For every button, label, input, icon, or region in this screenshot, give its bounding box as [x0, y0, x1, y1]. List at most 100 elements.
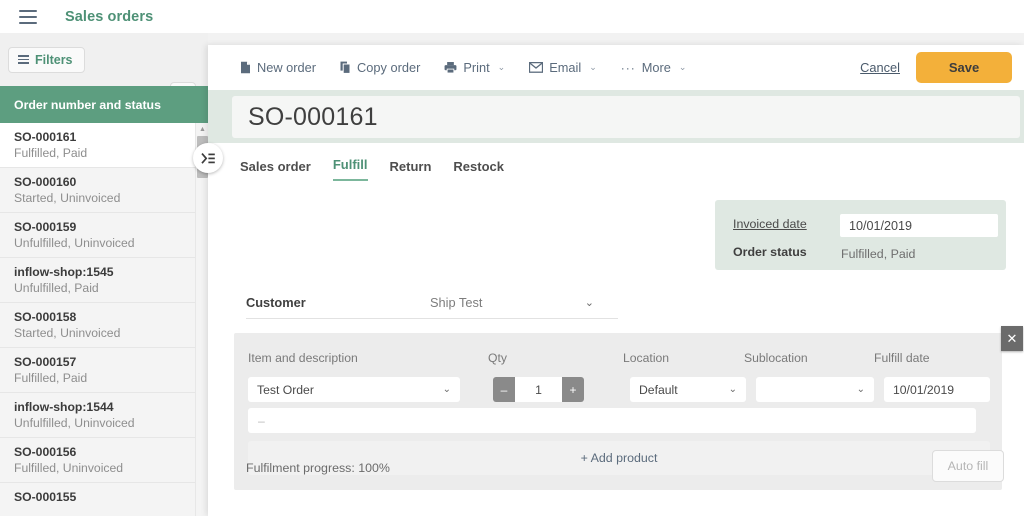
sidebar: Filters Order number and status SO-00016… [0, 33, 208, 516]
new-order-button[interactable]: New order [240, 60, 316, 75]
list-item[interactable]: SO-000161 Fulfilled, Paid [0, 123, 208, 168]
more-label: More [641, 60, 671, 75]
email-button[interactable]: Email ⌄ [529, 60, 597, 75]
filters-button-label: Filters [35, 52, 73, 67]
document-icon [241, 61, 250, 74]
order-list[interactable]: SO-000161 Fulfilled, Paid SO-000160 Star… [0, 123, 208, 516]
collapse-arrow-icon [200, 152, 215, 164]
location-dropdown[interactable]: Default ⌄ [630, 377, 746, 402]
copy-icon [340, 61, 351, 74]
column-header-item: Item and description [248, 351, 358, 365]
customer-label: Customer [246, 294, 306, 310]
filter-bar: Filters [0, 33, 208, 86]
toolbar-actions: Cancel Save [860, 45, 1012, 90]
scroll-up-icon[interactable]: ▲ [198, 125, 207, 134]
collapse-panel-icon[interactable] [193, 143, 223, 173]
hamburger-menu-icon[interactable] [19, 9, 37, 24]
print-button[interactable]: Print ⌄ [444, 60, 505, 75]
item-description-input[interactable]: – [248, 408, 976, 433]
copy-order-button[interactable]: Copy order [340, 60, 420, 75]
order-status: Started, Uninvoiced [14, 326, 121, 340]
order-number: SO-000159 [14, 220, 77, 234]
new-order-label: New order [257, 60, 317, 75]
filters-button[interactable]: Filters [8, 46, 85, 73]
qty-decrement-button[interactable]: – [493, 377, 515, 402]
item-dropdown[interactable]: Test Order ⌄ [248, 377, 460, 402]
auto-fill-button[interactable]: Auto fill [932, 450, 1004, 482]
envelope-icon [529, 62, 544, 73]
order-number: inflow-shop:1544 [14, 400, 114, 414]
invoiced-date-input[interactable] [840, 214, 998, 237]
order-number: inflow-shop:1545 [14, 265, 114, 279]
chevron-down-icon: ⌄ [584, 296, 594, 309]
order-title-band: SO-000161 [193, 90, 1024, 173]
printer-icon [444, 62, 457, 74]
print-label: Print [463, 60, 490, 75]
order-number: SO-000156 [14, 445, 77, 459]
order-status: Fulfilled, Paid [14, 371, 88, 385]
order-list-scrollbar[interactable]: ▲ [195, 123, 208, 516]
order-number: SO-000157 [14, 355, 77, 369]
order-status: Started, Uninvoiced [14, 191, 121, 205]
tab-restock[interactable]: Restock [453, 159, 504, 181]
chevron-down-icon: ⌄ [728, 384, 737, 395]
app-bar: Sales orders [0, 0, 1024, 33]
status-card: Invoiced date Order status Fulfilled, Pa… [715, 200, 1006, 270]
save-button[interactable]: Save [916, 52, 1012, 83]
chevron-down-icon: ⌄ [856, 384, 865, 395]
sublocation-dropdown[interactable]: ⌄ [756, 377, 874, 402]
list-item[interactable]: SO-000156 Fulfilled, Uninvoiced [0, 438, 208, 483]
more-button[interactable]: ··· More ⌄ [621, 60, 687, 75]
chevron-down-icon: ⌄ [589, 62, 597, 72]
list-item[interactable]: SO-000155 [0, 483, 208, 516]
table-row: Test Order ⌄ – 1 + Default ⌄ ⌄ 10/01/201… [248, 377, 990, 402]
order-status: Fulfilled, Paid [14, 146, 88, 160]
order-status: Unfulfilled, Uninvoiced [14, 236, 135, 250]
cancel-button[interactable]: Cancel [860, 60, 900, 75]
list-item[interactable]: SO-000157 Fulfilled, Paid [0, 348, 208, 393]
location-value: Default [639, 382, 678, 397]
column-header-sublocation: Sublocation [744, 351, 808, 365]
invoiced-date-label[interactable]: Invoiced date [733, 217, 807, 231]
order-status-value: Fulfilled, Paid [841, 247, 916, 261]
copy-order-label: Copy order [357, 60, 421, 75]
list-item[interactable]: SO-000159 Unfulfilled, Uninvoiced [0, 213, 208, 258]
qty-value[interactable]: 1 [515, 377, 562, 402]
column-header-fulfill-date: Fulfill date [874, 351, 930, 365]
detail-toolbar: New order Copy order Print ⌄ Email ⌄ ···… [208, 45, 1024, 90]
order-number: SO-000155 [14, 490, 77, 504]
order-number-field[interactable]: SO-000161 [232, 96, 1020, 138]
list-item[interactable]: SO-000160 Started, Uninvoiced [0, 168, 208, 213]
email-label: Email [549, 60, 582, 75]
order-number: SO-000158 [14, 310, 77, 324]
close-icon[interactable]: ✕ [1001, 326, 1023, 351]
customer-selector[interactable]: Customer Ship Test ⌄ [246, 286, 618, 319]
list-item[interactable]: inflow-shop:1544 Unfulfilled, Uninvoiced [0, 393, 208, 438]
column-header-qty: Qty [488, 351, 507, 365]
order-status: Fulfilled, Uninvoiced [14, 461, 124, 475]
fulfilment-progress-text: Fulfilment progress: 100% [246, 461, 390, 475]
tab-return[interactable]: Return [390, 159, 432, 181]
order-number: SO-000161 [14, 130, 77, 144]
fulfill-date-input[interactable]: 10/01/2019 [884, 377, 990, 402]
order-detail-pane: New order Copy order Print ⌄ Email ⌄ ···… [193, 45, 1024, 516]
chevron-down-icon: ⌄ [497, 62, 506, 72]
order-status: Unfulfilled, Paid [14, 281, 99, 295]
tab-fulfill[interactable]: Fulfill [332, 157, 368, 181]
column-header-location: Location [623, 351, 670, 365]
order-list-header: Order number and status [0, 86, 208, 123]
quantity-stepper[interactable]: – 1 + [493, 377, 584, 402]
page-title: Sales orders [65, 8, 154, 25]
chevron-down-icon: ⌄ [442, 384, 451, 395]
order-status: Unfulfilled, Uninvoiced [14, 416, 135, 430]
order-number: SO-000160 [14, 175, 77, 189]
list-item[interactable]: inflow-shop:1545 Unfulfilled, Paid [0, 258, 208, 303]
ellipsis-icon: ··· [620, 60, 636, 75]
list-item[interactable]: SO-000158 Started, Uninvoiced [0, 303, 208, 348]
tab-sales-order[interactable]: Sales order [240, 159, 311, 181]
order-status-label: Order status [733, 245, 807, 259]
qty-increment-button[interactable]: + [562, 377, 584, 402]
customer-value: Ship Test [430, 294, 483, 310]
filter-lines-icon [18, 55, 29, 64]
detail-tabs: Sales order Fulfill Return Restock [240, 157, 504, 181]
